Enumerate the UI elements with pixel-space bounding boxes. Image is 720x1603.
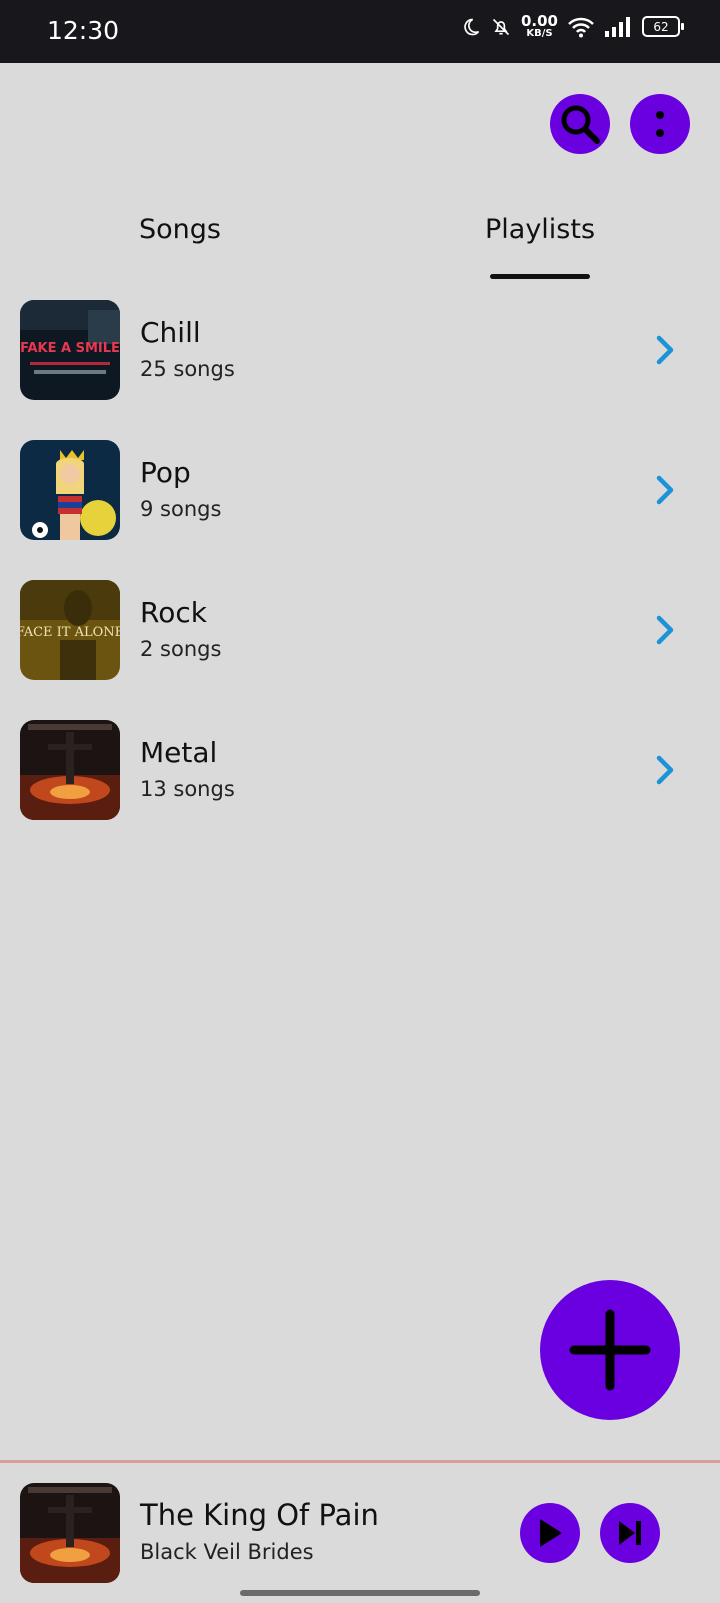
playlist-item-chill[interactable]: FAKE A SMILE Chill 25 songs [0,300,720,400]
add-playlist-button[interactable] [540,1280,680,1420]
status-bar: 12:30 0.00 KB/S 62 [0,0,720,63]
tab-playlists[interactable]: Playlists [485,214,595,245]
tab-indicator [490,274,590,279]
now-playing-cover [20,1483,120,1583]
battery-level: 62 [653,19,669,34]
play-icon [540,1519,562,1547]
chevron-right-icon [656,335,674,365]
playlist-cover [20,720,120,820]
tab-songs[interactable]: Songs [139,214,221,245]
plus-icon [569,1309,651,1391]
bell-off-icon [492,18,510,35]
search-button[interactable] [550,94,610,154]
playlist-cover [20,440,120,540]
search-icon [561,105,600,144]
chevron-right-icon [656,615,674,645]
battery-indicator: 62 [642,16,684,37]
playlist-item-pop[interactable]: Pop 9 songs [0,440,720,540]
album-art-image: FACE IT ALONE [20,580,120,680]
now-playing-artist: Black Veil Brides [140,1540,314,1564]
more-options-button[interactable] [630,94,690,154]
chevron-right-icon [656,755,674,785]
network-speed-value: 0.00 [520,12,558,30]
signal-icon [605,16,630,37]
cover-text-chill: FAKE A SMILE [20,341,120,356]
playlist-song-count: 2 songs [140,637,222,661]
more-vert-icon [656,111,664,137]
playlist-song-count: 9 songs [140,497,222,521]
playlist-item-rock[interactable]: FACE IT ALONE Rock 2 songs [0,580,720,680]
network-speed-unit: KB/S [526,28,553,39]
playlist-cover: FACE IT ALONE [20,580,120,680]
chevron-right-icon [656,475,674,505]
album-art-image [20,440,120,540]
skip-next-icon [619,1521,641,1545]
network-speed: 0.00 KB/S [521,14,558,39]
moon-icon [464,18,480,35]
album-art-image [20,1483,120,1583]
play-button[interactable] [520,1503,580,1563]
playlist-name: Pop [140,456,191,489]
playlist-song-count: 25 songs [140,357,235,381]
next-button[interactable] [600,1503,660,1563]
home-indicator[interactable] [240,1590,480,1596]
playlist-song-count: 13 songs [140,777,235,801]
playlist-item-metal[interactable]: Metal 13 songs [0,720,720,820]
album-art-image [20,720,120,820]
wifi-icon [568,17,594,37]
status-time: 12:30 [47,16,120,45]
now-playing-title: The King Of Pain [140,1498,379,1532]
album-art-image: FAKE A SMILE [20,300,120,400]
playlist-name: Metal [140,736,218,769]
playlist-name: Chill [140,316,201,349]
playlist-cover: FAKE A SMILE [20,300,120,400]
mini-player[interactable]: The King Of Pain Black Veil Brides [0,1460,720,1603]
status-icons: 0.00 KB/S 62 [461,14,684,39]
playlist-name: Rock [140,596,207,629]
cover-text-rock: FACE IT ALONE [20,625,120,640]
